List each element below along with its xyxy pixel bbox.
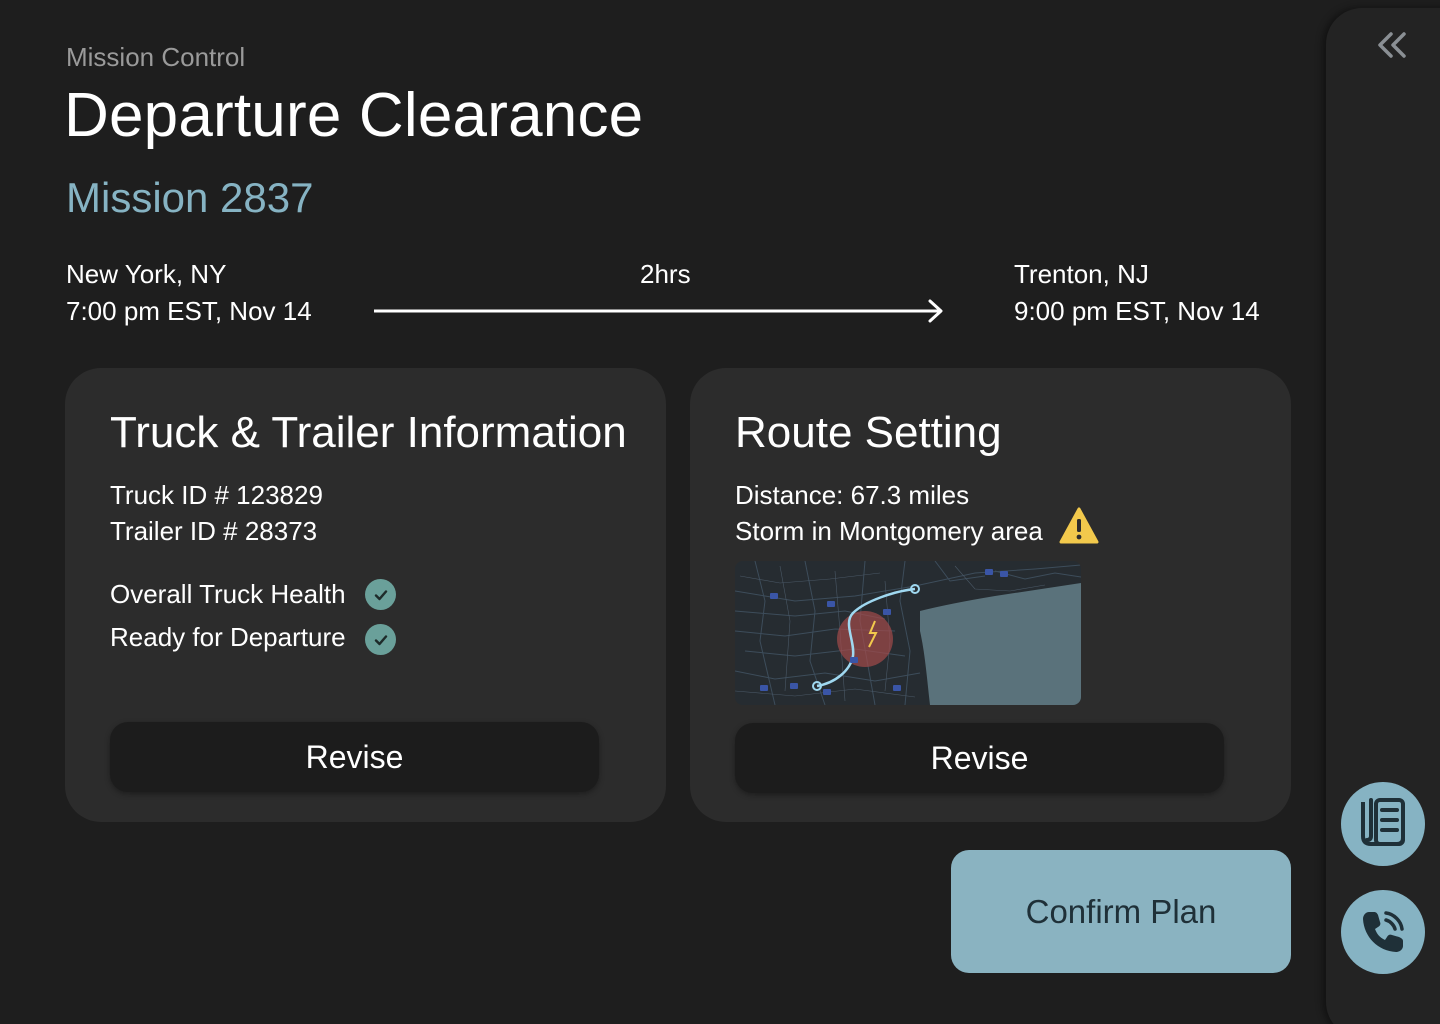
check-icon (365, 579, 396, 610)
route-arrow-icon (374, 299, 943, 323)
check-icon (365, 624, 396, 655)
route-destination: Trenton, NJ 9:00 pm EST, Nov 14 (1014, 256, 1260, 330)
trip-duration: 2hrs (640, 259, 691, 289)
dest-city: Trenton, NJ (1014, 259, 1149, 289)
route-card-title: Route Setting (735, 408, 1002, 457)
storm-warning-text: Storm in Montgomery area (735, 516, 1043, 546)
route-map-graphic (735, 561, 1081, 705)
route-distance: Distance: 67.3 miles (735, 480, 970, 510)
ready-departure-label: Ready for Departure (110, 622, 346, 652)
route-map[interactable] (735, 561, 1081, 705)
revise-route-button[interactable]: Revise (735, 723, 1224, 793)
page-title: Departure Clearance (64, 81, 644, 150)
double-chevron-left-icon[interactable] (1376, 30, 1408, 60)
call-button[interactable] (1341, 890, 1425, 974)
confirm-plan-button[interactable]: Confirm Plan (951, 850, 1291, 973)
truck-trailer-card: Truck & Trailer Information Truck ID # 1… (65, 368, 666, 822)
warning-icon (1059, 507, 1099, 544)
route-setting-card: Route Setting Distance: 67.3 miles Storm… (690, 368, 1291, 822)
origin-time: 7:00 pm EST, Nov 14 (66, 296, 312, 326)
right-sidebar (1326, 8, 1440, 1024)
document-list-icon (1361, 798, 1405, 846)
origin-city: New York, NY (66, 259, 227, 289)
dest-time: 9:00 pm EST, Nov 14 (1014, 296, 1260, 326)
route-origin: New York, NY 7:00 pm EST, Nov 14 (66, 256, 312, 330)
departure-clearance-page: Mission Control Departure Clearance Miss… (0, 0, 1440, 1024)
mission-number: Mission 2837 (66, 174, 314, 221)
documents-button[interactable] (1341, 782, 1425, 866)
trailer-id: Trailer ID # 28373 (110, 516, 318, 546)
breadcrumb: Mission Control (66, 42, 246, 72)
revise-truck-button[interactable]: Revise (110, 722, 599, 792)
truck-card-title: Truck & Trailer Information (110, 408, 627, 457)
truck-id: Truck ID # 123829 (110, 480, 323, 510)
phone-icon (1363, 911, 1404, 952)
truck-health-label: Overall Truck Health (110, 579, 346, 609)
